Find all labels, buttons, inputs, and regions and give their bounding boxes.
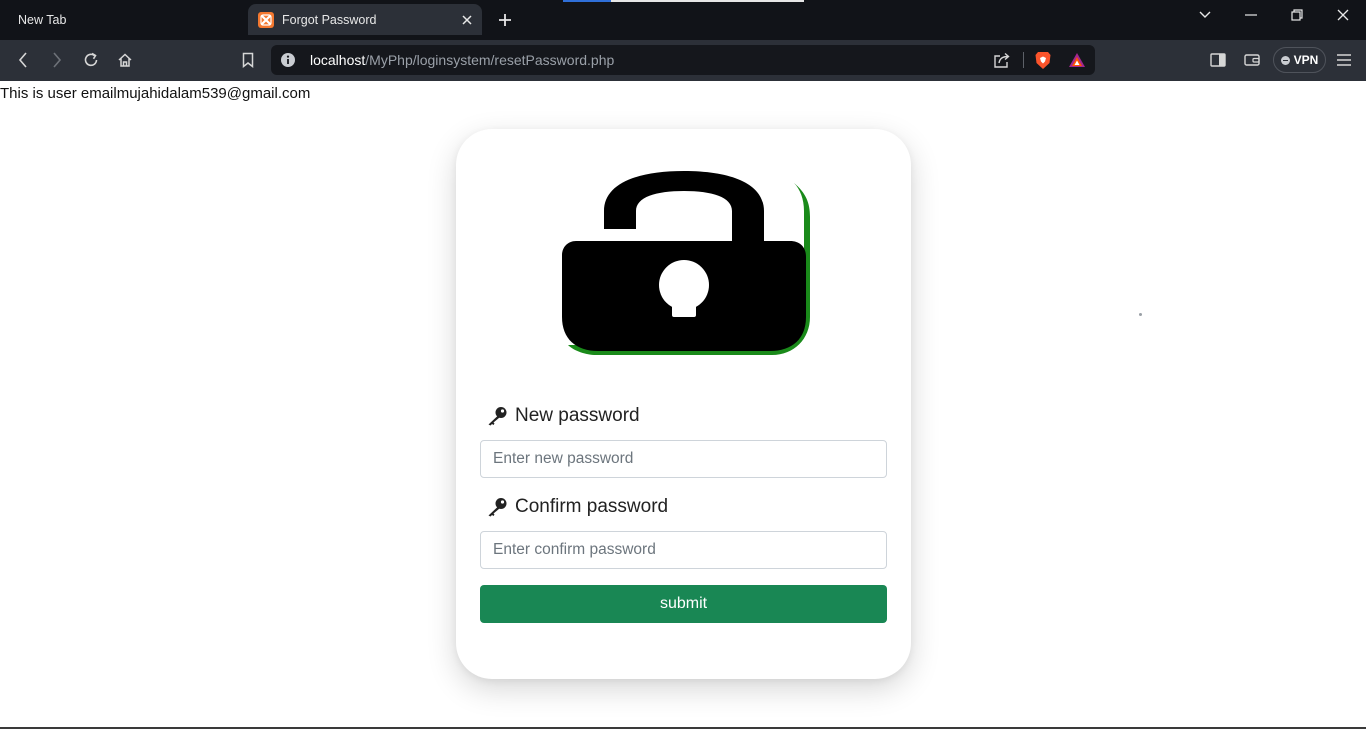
xampp-favicon-icon (258, 11, 274, 28)
share-icon[interactable] (993, 52, 1011, 73)
browser-tab-bar: New Tab Forgot Password (0, 0, 1366, 40)
key-icon (488, 498, 507, 517)
page-load-progress (563, 0, 804, 2)
tab-close-icon[interactable] (456, 9, 478, 31)
confirm-password-input[interactable] (480, 531, 887, 569)
new-password-input[interactable] (480, 440, 887, 478)
new-password-label-text: New password (515, 405, 640, 426)
sidebar-toggle-icon[interactable] (1205, 48, 1231, 72)
tab-title: New Tab (18, 12, 67, 27)
url-host: localhost (310, 52, 366, 68)
new-password-label: New password (486, 405, 640, 427)
forward-arrow-icon[interactable] (44, 48, 70, 72)
confirm-password-label: Confirm password (486, 496, 668, 518)
bookmark-icon[interactable] (235, 48, 261, 72)
close-window-icon[interactable] (1320, 4, 1366, 26)
restore-icon[interactable] (1274, 4, 1320, 26)
wallet-icon[interactable] (1239, 48, 1265, 72)
new-tab-plus-icon[interactable] (494, 9, 516, 31)
lock-open-icon (562, 171, 810, 355)
vpn-label: VPN (1293, 53, 1319, 67)
back-arrow-icon[interactable] (10, 48, 36, 72)
reload-icon[interactable] (78, 48, 104, 72)
menu-hamburger-icon[interactable] (1331, 48, 1357, 72)
user-email-text: This is user emailmujahidalam539@gmail.c… (0, 85, 311, 102)
url-path: /MyPhp/loginsystem/resetPassword.php (365, 52, 615, 68)
confirm-password-label-text: Confirm password (515, 496, 669, 517)
minimize-icon[interactable] (1228, 4, 1274, 26)
tab-search-chevron-icon[interactable] (1182, 4, 1228, 26)
brave-shield-icon[interactable] (1034, 51, 1052, 75)
reset-password-card: New password Confirm password submit (456, 129, 911, 679)
url-divider (1023, 52, 1024, 68)
submit-button[interactable]: submit (480, 585, 887, 623)
vpn-status-icon (1280, 55, 1290, 65)
tab-new-tab[interactable]: New Tab (0, 4, 240, 35)
url-text[interactable]: localhost/MyPhp/loginsystem/resetPasswor… (310, 52, 614, 68)
tab-title: Forgot Password (282, 12, 377, 27)
vpn-button[interactable]: VPN (1273, 47, 1326, 73)
brave-rewards-icon[interactable] (1068, 52, 1086, 73)
home-icon[interactable] (112, 48, 138, 72)
cursor-dot (1139, 313, 1142, 316)
tab-forgot-password[interactable]: Forgot Password (248, 4, 482, 35)
key-icon (488, 407, 507, 426)
address-bar[interactable]: localhost/MyPhp/loginsystem/resetPasswor… (271, 45, 1095, 75)
site-info-icon[interactable] (280, 52, 296, 68)
